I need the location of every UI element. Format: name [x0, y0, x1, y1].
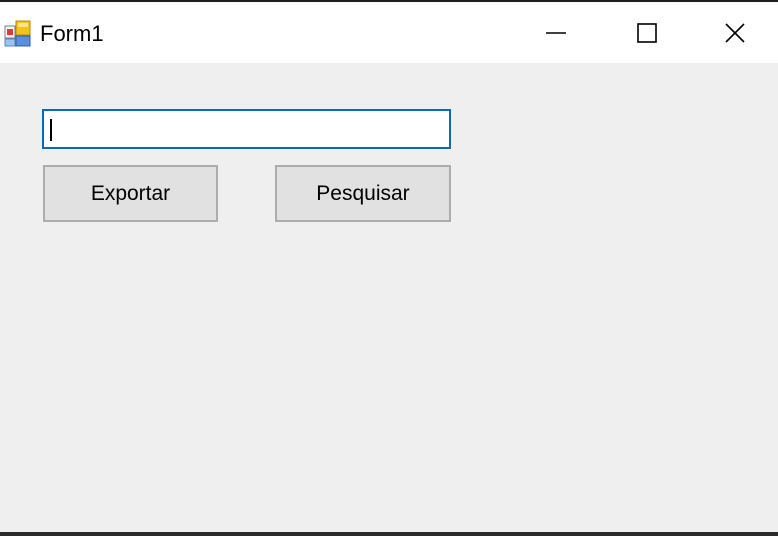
maximize-icon — [636, 22, 658, 44]
window-title: Form1 — [40, 21, 104, 46]
form1-window: Form1 Exportar Pesquisar — [0, 2, 778, 532]
maximize-button[interactable] — [601, 2, 693, 63]
minimize-icon — [545, 22, 567, 44]
text-caret — [50, 119, 52, 141]
close-button[interactable] — [692, 2, 778, 63]
export-button[interactable]: Exportar — [43, 165, 218, 222]
taskbar-edge — [0, 532, 778, 536]
search-input[interactable] — [42, 109, 451, 149]
search-button[interactable]: Pesquisar — [275, 165, 451, 222]
close-icon — [724, 22, 746, 44]
minimize-button[interactable] — [510, 2, 602, 63]
app-icon — [4, 20, 32, 48]
title-bar[interactable]: Form1 — [0, 2, 778, 63]
